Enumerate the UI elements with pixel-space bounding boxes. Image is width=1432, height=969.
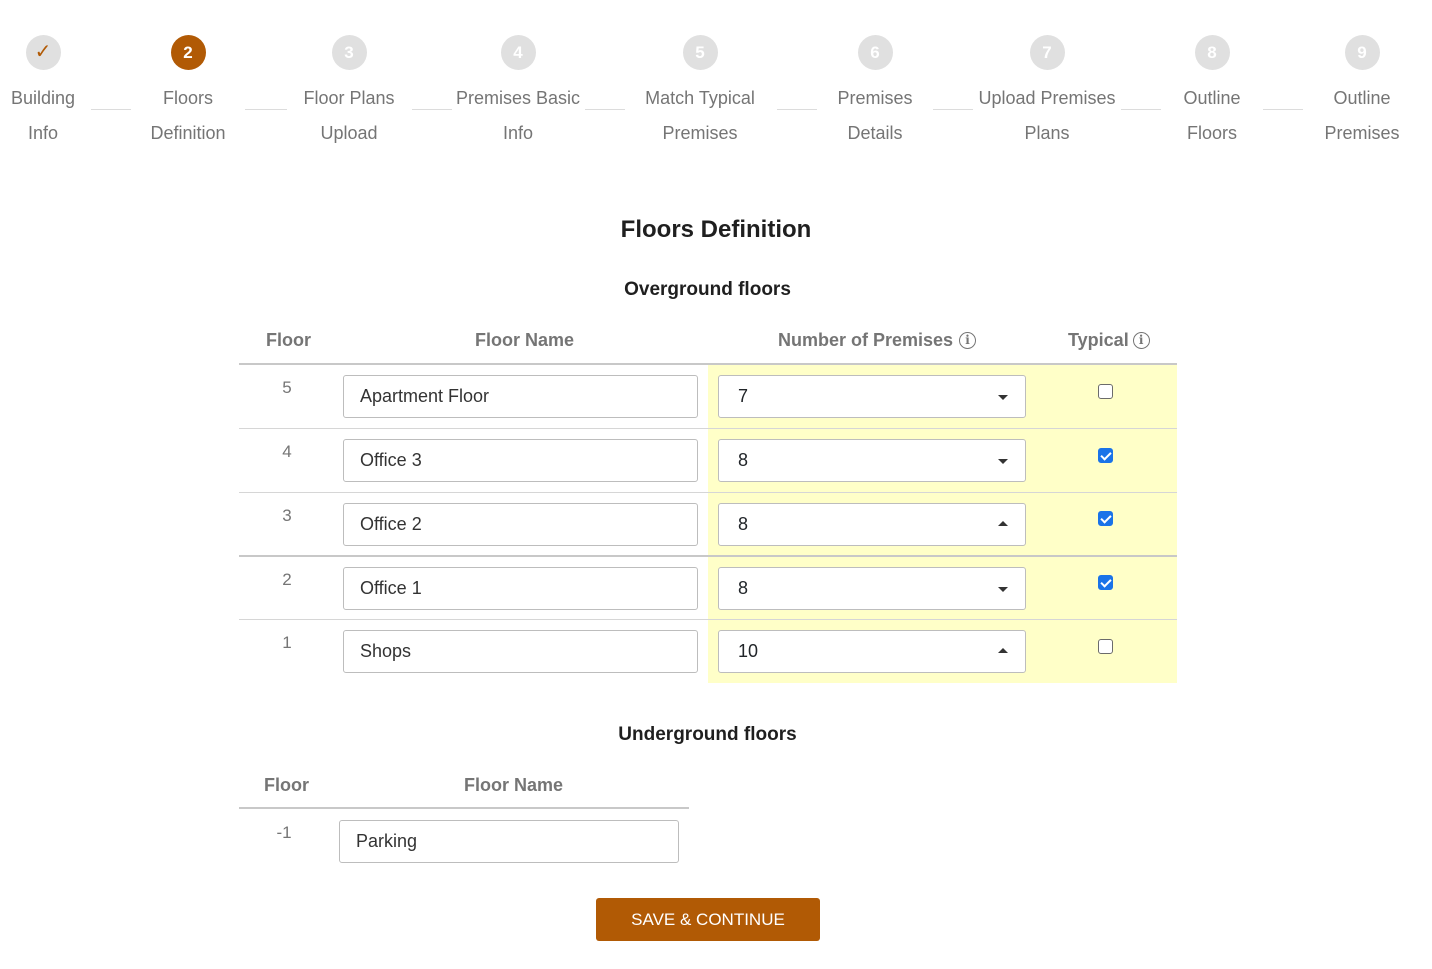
table-header-divider — [239, 363, 1177, 365]
floor-number: 1 — [282, 633, 292, 652]
step-label: Outline Floors — [1183, 88, 1241, 143]
step-number: 4 — [500, 35, 536, 70]
typical-label: Typical — [1068, 330, 1129, 350]
overground-section-title: Overground floors — [624, 279, 791, 300]
row-divider — [239, 428, 1177, 429]
floor-name-input[interactable]: Shops — [343, 630, 698, 673]
info-icon[interactable]: i — [959, 332, 977, 349]
caret-down-icon — [998, 395, 1008, 400]
floor-name-input[interactable]: Office 2 — [343, 503, 698, 546]
premises-count-select[interactable]: 8 — [718, 567, 1026, 610]
step-upload-premises-plans[interactable]: 7 Upload Premises Plans — [967, 35, 1127, 151]
column-header-floor-name: Floor Name — [475, 330, 575, 350]
premises-count-select[interactable]: 7 — [718, 375, 1026, 418]
step-number: 6 — [857, 35, 893, 70]
step-number: 8 — [1194, 35, 1230, 70]
select-value: 8 — [738, 450, 749, 470]
floor-number: 2 — [282, 570, 292, 589]
column-header-floor: Floor — [264, 775, 309, 795]
step-outline-premises[interactable]: 9 Outline Premises — [1282, 35, 1432, 151]
step-match-typical-premises[interactable]: 5 Match Typical Premises — [620, 35, 780, 151]
floor-name-input[interactable]: Office 1 — [343, 567, 698, 610]
column-header-floor-name: Floor Name — [464, 775, 564, 795]
step-label: Premises Basic Info — [455, 88, 581, 143]
premises-count-select[interactable]: 10 — [718, 630, 1026, 673]
floor-name-input[interactable]: Apartment Floor — [343, 375, 698, 418]
floor-name-input[interactable]: Office 3 — [343, 439, 698, 482]
table-header-divider — [239, 807, 689, 809]
select-value: 10 — [738, 641, 759, 661]
premises-count-select[interactable]: 8 — [718, 503, 1026, 546]
select-value: 8 — [738, 578, 749, 598]
caret-down-icon — [998, 587, 1008, 592]
info-icon[interactable]: i — [1132, 332, 1150, 349]
floor-name-input[interactable]: Parking — [339, 820, 679, 863]
select-value: 8 — [738, 514, 749, 534]
step-label: Floors Definition — [150, 88, 226, 143]
wizard-stepper: ✓ Building Info 2 Floors Definition 3 Floo… — [0, 0, 1432, 160]
step-number: 2 — [170, 35, 206, 70]
floor-number: -1 — [276, 823, 292, 842]
typical-checkbox[interactable] — [1098, 511, 1113, 526]
row-divider — [239, 492, 1177, 493]
step-label: Outline Premises — [1324, 88, 1400, 143]
premises-count-select[interactable]: 8 — [718, 439, 1026, 482]
step-label: Premises Details — [837, 88, 913, 143]
number-of-premises-label: Number of Premises — [778, 330, 954, 350]
step-outline-floors[interactable]: 8 Outline Floors — [1132, 35, 1292, 151]
typical-checkbox[interactable] — [1098, 384, 1113, 399]
column-header-typical: Typical i — [1068, 330, 1150, 351]
floor-number: 5 — [282, 378, 292, 397]
check-icon: ✓ — [25, 35, 61, 70]
step-floor-plans-upload[interactable]: 3 Floor Plans Upload — [269, 35, 429, 151]
caret-up-icon — [998, 648, 1008, 653]
floor-number: 3 — [282, 506, 292, 525]
caret-up-icon — [998, 521, 1008, 526]
step-premises-basic-info[interactable]: 4 Premises Basic Info — [438, 35, 598, 151]
floor-number: 4 — [282, 442, 292, 461]
row-divider — [239, 619, 1177, 620]
step-number: 3 — [331, 35, 367, 70]
step-number: 9 — [1344, 35, 1380, 70]
step-label: Match Typical Premises — [645, 88, 755, 143]
typical-checkbox[interactable] — [1098, 575, 1113, 590]
group-divider — [239, 555, 1177, 557]
step-floors-definition[interactable]: 2 Floors Definition — [108, 35, 268, 151]
caret-down-icon — [998, 459, 1008, 464]
save-and-continue-button[interactable]: SAVE & CONTINUE — [596, 898, 820, 941]
step-premises-details[interactable]: 6 Premises Details — [795, 35, 955, 151]
step-number: 7 — [1029, 35, 1065, 70]
page-title: Floors Definition — [620, 216, 812, 243]
select-value: 7 — [738, 386, 749, 406]
typical-checkbox[interactable] — [1098, 639, 1113, 654]
step-building-info[interactable]: ✓ Building Info — [0, 35, 123, 151]
column-header-floor: Floor — [266, 330, 311, 350]
step-number: 5 — [682, 35, 718, 70]
step-label: Floor Plans Upload — [303, 88, 395, 143]
step-label: Building Info — [10, 88, 76, 143]
column-header-number-of-premises: Number of Premises i — [778, 330, 977, 351]
typical-checkbox[interactable] — [1098, 448, 1113, 463]
underground-section-title: Underground floors — [618, 724, 797, 745]
step-label: Upload Premises Plans — [978, 88, 1116, 143]
